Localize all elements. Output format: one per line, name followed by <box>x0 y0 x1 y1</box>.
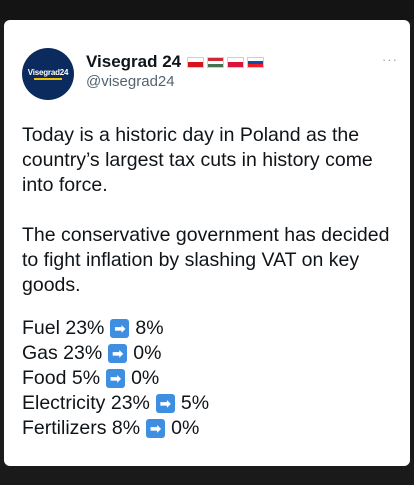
item-value: 0% <box>171 417 200 439</box>
avatar-logo-bar <box>34 78 62 80</box>
item-label: Electricity 23% <box>22 392 150 414</box>
item-label: Fertilizers 8% <box>22 417 141 439</box>
flag-stripe <box>228 62 244 67</box>
author-display-name[interactable]: Visegrad 24 <box>86 52 181 72</box>
author-name-row: Visegrad 24 <box>86 52 265 72</box>
item-value: 5% <box>180 392 210 414</box>
right-arrow-icon: ➡ <box>155 394 175 413</box>
flag-stripe <box>208 63 224 67</box>
list-item: Fertilizers 8% ➡ 0% <box>22 416 209 441</box>
item-value: 0% <box>133 342 162 364</box>
item-value: 8% <box>135 317 164 339</box>
item-label: Gas 23% <box>22 342 103 364</box>
poland-flag-icon <box>227 56 245 68</box>
item-label: Fuel 23% <box>22 317 105 339</box>
author-handle[interactable]: @visegrad24 <box>86 73 175 90</box>
right-arrow-icon: ➡ <box>106 369 126 388</box>
flag-emojis <box>187 56 265 68</box>
tweet-paragraph-2: The conservative government has decided … <box>22 224 390 296</box>
tweet-paragraph-1: Today is a historic day in Poland as the… <box>22 124 373 196</box>
list-item: Fuel 23% ➡ 8% <box>22 316 209 341</box>
vat-cuts-list: Fuel 23% ➡ 8% Gas 23% ➡ 0% Food 5% ➡ 0% … <box>22 316 209 441</box>
right-arrow-icon: ➡ <box>110 319 130 338</box>
list-item: Food 5% ➡ 0% <box>22 366 209 391</box>
hungary-flag-icon <box>207 56 225 68</box>
flag-stripe <box>188 62 204 67</box>
right-arrow-icon: ➡ <box>146 419 166 438</box>
more-options-icon[interactable]: ··· <box>382 52 398 67</box>
tweet-card[interactable]: Visegrad24 Visegrad 24 @visegrad24 ··· T… <box>4 20 410 466</box>
bottom-dark-border <box>0 466 414 485</box>
czech-flag-icon <box>187 56 205 68</box>
list-item: Gas 23% ➡ 0% <box>22 341 209 366</box>
avatar[interactable]: Visegrad24 <box>22 48 74 100</box>
top-dark-border <box>0 0 414 20</box>
item-label: Food 5% <box>22 367 101 389</box>
right-arrow-icon: ➡ <box>108 344 128 363</box>
avatar-logo-text: Visegrad24 <box>27 68 69 77</box>
slovakia-flag-icon <box>247 56 265 68</box>
flag-stripe <box>248 63 264 67</box>
list-item: Electricity 23% ➡ 5% <box>22 391 209 416</box>
item-value: 0% <box>131 367 160 389</box>
